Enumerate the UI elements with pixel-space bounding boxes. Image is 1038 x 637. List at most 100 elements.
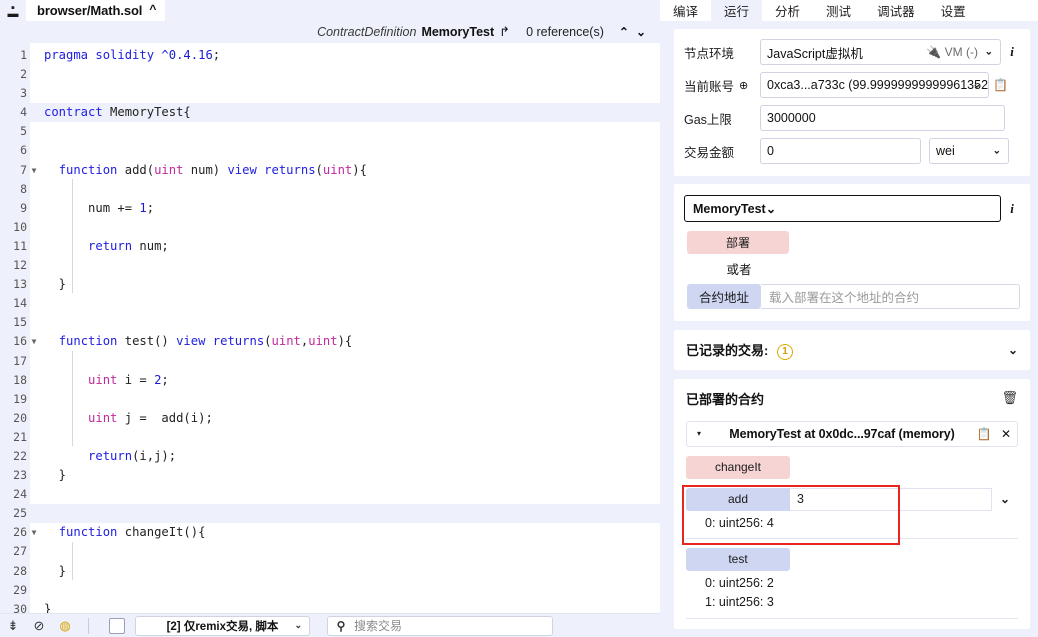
contract-function-row: changeIt <box>686 455 1018 479</box>
function-result: 1: uint256: 3 <box>705 594 774 609</box>
code-line[interactable] <box>30 504 660 524</box>
contract-name-label: MemoryTest <box>421 25 495 39</box>
contract-function-row: add 3 ⌄ <box>686 487 1018 511</box>
tab-3[interactable]: 测试 <box>813 0 865 21</box>
code-line[interactable]: return num; <box>30 237 660 256</box>
code-line[interactable] <box>30 581 660 600</box>
code-line[interactable]: uint j = add(i); <box>30 409 660 428</box>
code-lines[interactable]: pragma solidity ^0.4.16; contract Memory… <box>30 43 660 613</box>
close-icon[interactable]: ✕ <box>995 427 1017 441</box>
recorded-transactions-title-wrap: 已记录的交易: 1 <box>686 340 793 360</box>
trash-icon[interactable]: 🗑 <box>1001 390 1018 406</box>
code-line[interactable]: } <box>30 562 660 581</box>
clear-console-icon[interactable]: ⊘ <box>26 614 52 637</box>
chevrons-down-icon[interactable]: ⇟ <box>0 614 26 637</box>
panel-tab-bar: 编译 运行 分析 测试 调试器 设置 <box>660 0 1038 21</box>
chevron-down-icon[interactable]: ⌄ <box>992 492 1018 506</box>
code-line[interactable]: function add(uint num) view returns(uint… <box>30 161 660 180</box>
function-button-add[interactable]: add <box>686 487 790 511</box>
file-tab-dirty-marker: ^ <box>149 1 157 16</box>
transaction-search-input[interactable]: ⚲ 搜索交易 <box>327 615 553 636</box>
recorded-transactions-header[interactable]: 已记录的交易: 1 ⌄ <box>674 330 1030 370</box>
line-number: 12 <box>13 258 27 273</box>
tab-4[interactable]: 调试器 <box>864 0 928 21</box>
code-line[interactable]: uint i = 2; <box>30 371 660 390</box>
code-line[interactable] <box>30 542 660 561</box>
tab-0[interactable]: 编译 <box>660 0 712 21</box>
jump-to-definition-icon[interactable]: ↱ <box>499 24 510 40</box>
contract-instance-bar[interactable]: ▾ MemoryTest at 0x0dc...97caf (memory) 📋… <box>686 420 1018 447</box>
line-number: 10 <box>13 219 27 234</box>
line-number: 2 <box>20 67 27 82</box>
expand-triangle-icon[interactable]: ▾ <box>687 429 711 438</box>
line-number: 5 <box>20 124 27 139</box>
next-reference-icon[interactable]: ⌄ <box>636 25 646 39</box>
copy-address-icon[interactable]: 📋 <box>973 427 995 441</box>
file-tab-math-sol[interactable]: browser/Math.sol ^ <box>26 0 166 21</box>
code-line[interactable]: function test() view returns(uint,uint){ <box>30 332 660 351</box>
code-line[interactable] <box>30 218 660 237</box>
line-number: 19 <box>13 391 27 406</box>
editor-pane: ▪ ▬ browser/Math.sol ^ ContractDefinition… <box>0 0 660 637</box>
prev-reference-icon[interactable]: ⌃ <box>619 25 629 39</box>
vm-tag-label: VM (-) <box>944 45 978 59</box>
account-select[interactable]: 0xca3...a733c (99.99999999999961352 ⌄ <box>760 72 989 98</box>
code-line[interactable] <box>30 122 660 141</box>
code-line[interactable] <box>30 65 660 84</box>
function-input-add[interactable]: 3 <box>790 487 992 511</box>
code-line[interactable] <box>30 294 660 313</box>
contract-instance-name: MemoryTest at 0x0dc...97caf (memory) <box>729 426 955 441</box>
value-unit-select[interactable]: wei ⌄ <box>929 138 1009 164</box>
code-area[interactable]: 1234▼567▼8910111213141516▼17181920212223… <box>0 43 660 613</box>
code-line[interactable] <box>30 390 660 409</box>
transaction-filter-label: [2] 仅remix交易, 脚本 <box>166 620 279 633</box>
deploy-button[interactable]: 部署 <box>687 231 789 254</box>
function-button-test[interactable]: test <box>686 547 790 571</box>
pending-icon[interactable]: ◍ <box>52 614 78 637</box>
gas-limit-input[interactable]: 3000000 <box>760 105 1005 131</box>
tab-5[interactable]: 设置 <box>927 0 979 21</box>
code-line[interactable] <box>30 84 660 103</box>
at-address-button[interactable]: 合约地址 <box>687 284 761 309</box>
environment-info-icon[interactable]: i <box>1004 44 1020 60</box>
code-line[interactable]: function changeIt(){ <box>30 523 660 542</box>
function-button-changeIt[interactable]: changeIt <box>686 455 790 479</box>
environment-select[interactable]: JavaScript虚拟机 🔌 VM (-) ⌄ <box>760 39 1001 65</box>
code-line[interactable]: } <box>30 275 660 294</box>
contract-select[interactable]: MemoryTest ⌄ <box>684 195 1001 222</box>
add-account-icon[interactable]: ⊕ <box>739 79 748 92</box>
code-line[interactable] <box>30 256 660 275</box>
code-line[interactable] <box>30 352 660 371</box>
code-line[interactable]: return(i,j); <box>30 447 660 466</box>
code-line[interactable] <box>30 485 660 504</box>
code-line[interactable] <box>30 428 660 447</box>
code-line[interactable]: num += 1; <box>30 199 660 218</box>
line-number: 15 <box>13 315 27 330</box>
contract-info-icon[interactable]: i <box>1004 201 1020 217</box>
listen-network-checkbox[interactable] <box>109 617 125 634</box>
recorded-transactions-card[interactable]: 已记录的交易: 1 ⌄ <box>674 330 1030 370</box>
contract-select-value: MemoryTest <box>693 201 766 216</box>
at-address-input[interactable]: 载入部署在这个地址的合约 <box>761 284 1020 309</box>
collapse-minus-icon[interactable]: ▪ ▬ <box>0 0 26 21</box>
account-label-text: 当前账号 <box>684 79 735 94</box>
tab-2[interactable]: 分析 <box>762 0 814 21</box>
transaction-filter-select[interactable]: [2] 仅remix交易, 脚本 ⌄ <box>135 615 310 636</box>
code-line[interactable]: contract MemoryTest{ <box>30 103 660 123</box>
code-line[interactable] <box>30 141 660 160</box>
code-line[interactable]: pragma solidity ^0.4.16; <box>30 46 660 65</box>
contract-select-row: MemoryTest ⌄ i <box>684 195 1020 222</box>
chevron-down-icon: ⌄ <box>984 46 993 58</box>
run-panel-body: 节点环境 JavaScript虚拟机 🔌 VM (-) ⌄ i 当前账号 ⊕ 0… <box>660 21 1038 637</box>
contract-kind-label: ContractDefinition <box>317 25 417 39</box>
copy-account-icon[interactable]: 📋 <box>993 78 1008 92</box>
code-line[interactable] <box>30 313 660 332</box>
chevron-down-icon[interactable]: ⌄ <box>1008 343 1018 357</box>
value-input[interactable]: 0 <box>760 138 921 164</box>
code-line[interactable]: } <box>30 466 660 485</box>
or-label: 或者 <box>726 263 752 277</box>
code-line[interactable] <box>30 180 660 199</box>
tab-1[interactable]: 运行 <box>711 0 763 21</box>
code-line[interactable]: } <box>30 600 660 613</box>
line-number: 24 <box>13 487 27 502</box>
